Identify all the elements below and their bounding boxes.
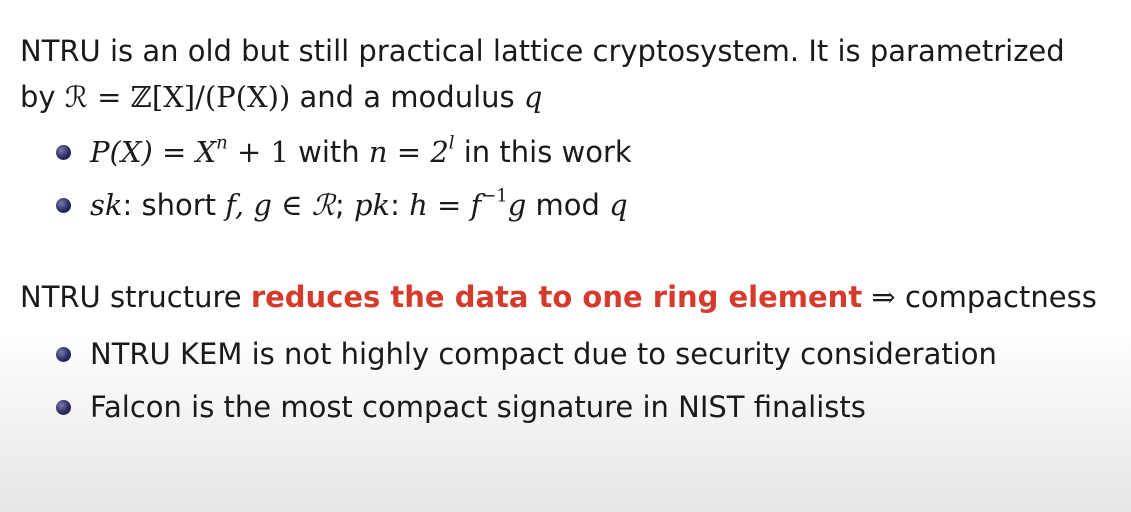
bullet-text: mod — [526, 188, 610, 222]
structure-paragraph: NTRU structure reduces the data to one r… — [20, 274, 1097, 320]
bullet-text: ; — [334, 188, 354, 222]
bullet-falcon: Falcon is the most compact signature in … — [56, 381, 997, 434]
slide: NTRU is an old but still practical latti… — [0, 0, 1131, 512]
bullet-icon — [56, 400, 71, 415]
intro-text: and a modulus — [290, 80, 524, 114]
math-exponent: −1 — [481, 185, 508, 207]
bullet-text: with — [288, 135, 369, 169]
intro-text: by — [20, 80, 65, 114]
bullet-text: Falcon is the most compact signature in … — [90, 390, 866, 424]
math-pk: pk — [353, 188, 391, 222]
math-plus-one: + 1 — [227, 135, 289, 169]
math-sk: sk — [90, 188, 123, 222]
intro-paragraph: NTRU is an old but still practical latti… — [20, 28, 1065, 120]
bullet-text: : — [390, 188, 410, 222]
compactness-bullet-list: NTRU KEM is not highly compact due to se… — [56, 328, 997, 434]
intro-line-1: NTRU is an old but still practical latti… — [20, 34, 1065, 68]
math-exponent: n — [216, 132, 228, 154]
math-g: g — [507, 188, 527, 222]
bullet-icon — [56, 145, 71, 160]
bullet-text: : short — [122, 188, 226, 222]
math-fg: f, g ∈ ℛ — [225, 188, 335, 222]
modulus-q: q — [523, 80, 543, 114]
math-h: h = f — [409, 188, 482, 222]
structure-text: NTRU structure — [20, 280, 251, 314]
math-n-value: n = 2 — [368, 135, 449, 169]
math-polynomial: P(X) = X — [90, 135, 217, 169]
bullet-polynomial: P(X) = Xn + 1 with n = 2l in this work — [56, 126, 632, 179]
ring-definition: ℛ = ℤ[X]/(P(X)) — [64, 80, 291, 114]
intro-line-2: by ℛ = ℤ[X]/(P(X)) and a modulus q — [20, 74, 1065, 120]
bullet-icon — [56, 347, 71, 362]
implies-arrow: ⇒ — [862, 280, 905, 314]
bullet-icon — [56, 198, 71, 213]
structure-highlight: reduces the data to one ring element — [250, 280, 863, 314]
parameter-bullet-list: P(X) = Xn + 1 with n = 2l in this work s… — [56, 126, 632, 232]
bullet-ntru-kem: NTRU KEM is not highly compact due to se… — [56, 328, 997, 381]
bullet-text: NTRU KEM is not highly compact due to se… — [90, 337, 997, 371]
structure-text: compactness — [904, 280, 1097, 314]
bullet-text: in this work — [454, 135, 632, 169]
math-q: q — [609, 188, 628, 222]
bullet-keys: sk: short f, g ∈ ℛ; pk: h = f−1g mod q — [56, 179, 632, 232]
